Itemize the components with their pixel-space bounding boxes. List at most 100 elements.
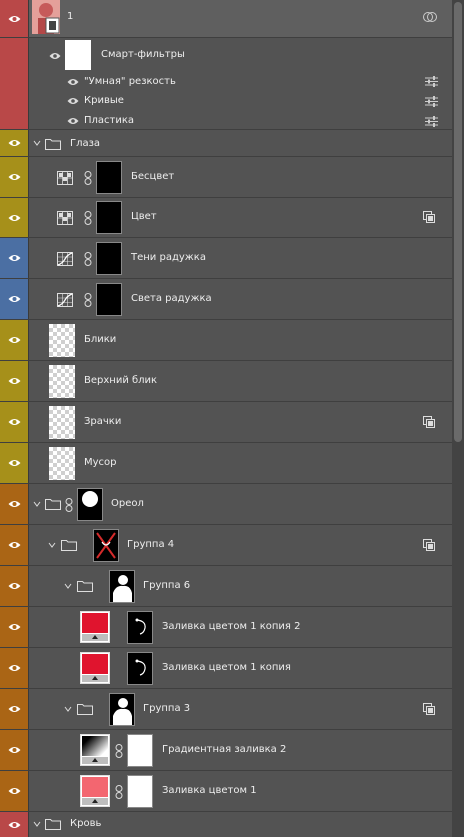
layer-group-4[interactable]: Группа 4	[0, 525, 452, 566]
layer-name[interactable]: Заливка цветом 1	[162, 785, 257, 796]
eye-icon[interactable]	[8, 541, 21, 549]
layer-group-glaza[interactable]: Глаза	[0, 130, 452, 157]
eye-icon[interactable]	[8, 746, 21, 754]
eye-col	[0, 566, 29, 606]
group-mask-thumbnail	[77, 488, 103, 521]
eye-icon[interactable]	[8, 418, 21, 426]
layer-row-gradient-fill-2[interactable]: Градиентная заливка 2	[0, 730, 452, 771]
eye-col	[0, 279, 29, 319]
layer-row-sveta[interactable]: Света радужка	[0, 279, 452, 320]
eye-icon[interactable]	[8, 15, 21, 23]
link-icon[interactable]	[84, 171, 92, 185]
eye-col	[0, 812, 29, 837]
layer-name[interactable]: Блики	[84, 334, 116, 345]
scrollbar-thumb[interactable]	[454, 2, 462, 442]
gradient-swatch	[82, 736, 108, 756]
eye-icon[interactable]	[8, 500, 21, 508]
layer-name[interactable]: Бесцвет	[131, 171, 174, 182]
layer-name[interactable]: Заливка цветом 1 копия	[162, 662, 291, 673]
smart-filter-item[interactable]: Пластика	[84, 115, 134, 126]
chevron-down-icon[interactable]	[64, 582, 72, 590]
smart-filter-item[interactable]: "Умная" резкость	[84, 76, 176, 87]
eye-icon[interactable]	[8, 582, 21, 590]
layer-group-6[interactable]: Группа 6	[0, 566, 452, 607]
smart-filters-label[interactable]: Смарт-фильтры	[101, 49, 185, 60]
layer-row-verhniy-blik[interactable]: Верхний блик	[0, 361, 452, 402]
layer-row-fill-copy-2[interactable]: Заливка цветом 1 копия 2	[0, 607, 452, 648]
layer-name[interactable]: Градиентная заливка 2	[162, 744, 286, 755]
link-icon[interactable]	[84, 211, 92, 225]
layer-name[interactable]: Группа 4	[127, 539, 174, 550]
eye-icon[interactable]	[8, 705, 21, 713]
eye-icon[interactable]	[8, 295, 21, 303]
link-icon[interactable]	[115, 744, 123, 758]
link-icon[interactable]	[115, 785, 123, 799]
eye-icon[interactable]	[8, 139, 21, 147]
layer-row-fill-copy[interactable]: Заливка цветом 1 копия	[0, 648, 452, 689]
layer-row-1[interactable]: 1	[0, 0, 452, 38]
link-icon[interactable]	[84, 252, 92, 266]
layer-name[interactable]: Глаза	[70, 138, 100, 149]
eye-icon[interactable]	[8, 377, 21, 385]
layer-name[interactable]: 1	[67, 11, 73, 22]
eye-icon[interactable]	[8, 459, 21, 467]
eye-icon[interactable]	[67, 117, 79, 125]
link-icon[interactable]	[84, 293, 92, 307]
eye-icon[interactable]	[8, 664, 21, 672]
eye-icon[interactable]	[8, 254, 21, 262]
layer-name[interactable]: Тени радужка	[131, 252, 206, 263]
chevron-down-icon[interactable]	[33, 139, 41, 147]
eye-icon[interactable]	[8, 173, 21, 181]
eye-icon[interactable]	[49, 52, 61, 60]
layer-row-musor[interactable]: Мусор	[0, 443, 452, 484]
layer-group-oreol[interactable]: Ореол	[0, 484, 452, 525]
fill-indicator	[82, 675, 108, 682]
layer-name[interactable]: Группа 6	[143, 580, 190, 591]
layer-row-fill-1[interactable]: Заливка цветом 1	[0, 771, 452, 812]
chevron-down-icon[interactable]	[33, 500, 41, 508]
eye-icon[interactable]	[67, 78, 79, 86]
group-mask-thumbnail	[93, 529, 119, 562]
layer-group-3[interactable]: Группа 3	[0, 689, 452, 730]
curves-adjustment-icon	[57, 293, 73, 307]
layer-name[interactable]: Кровь	[70, 818, 101, 829]
layer-name[interactable]: Мусор	[84, 457, 117, 468]
eye-icon[interactable]	[8, 623, 21, 631]
layer-name[interactable]: Группа 3	[143, 703, 190, 714]
layer-mask-thumbnail	[96, 283, 122, 316]
layer-row-zrachki[interactable]: Зрачки	[0, 402, 452, 443]
layer-group-krov[interactable]: Кровь	[0, 812, 452, 837]
eye-icon[interactable]	[8, 214, 21, 222]
smart-filter-item[interactable]: Кривые	[84, 95, 124, 106]
filter-options-icon[interactable]	[425, 96, 438, 107]
folder-icon	[45, 139, 61, 150]
folder-icon	[77, 581, 93, 592]
filter-options-icon[interactable]	[425, 76, 438, 87]
layer-name[interactable]: Верхний блик	[84, 375, 157, 386]
layer-row-cvet[interactable]: Цвет	[0, 198, 452, 238]
layer-name[interactable]: Зрачки	[84, 416, 121, 427]
chevron-down-icon[interactable]	[33, 820, 41, 828]
fill-color-swatch	[82, 613, 108, 633]
chevron-down-icon[interactable]	[48, 541, 56, 549]
link-icon[interactable]	[65, 498, 73, 512]
layer-thumbnail	[49, 365, 75, 398]
eye-col	[0, 525, 29, 565]
layer-name[interactable]: Цвет	[131, 211, 157, 222]
eye-icon[interactable]	[67, 97, 79, 105]
eye-icon[interactable]	[8, 787, 21, 795]
layer-name[interactable]: Заливка цветом 1 копия 2	[162, 621, 300, 632]
layer-row-bescvet[interactable]: Бесцвет	[0, 157, 452, 198]
chevron-down-icon[interactable]	[64, 705, 72, 713]
smart-filter-badge-icon	[423, 12, 437, 22]
filter-options-icon[interactable]	[425, 116, 438, 127]
eye-icon[interactable]	[8, 821, 21, 829]
eye-col	[0, 157, 29, 197]
eye-col	[0, 648, 29, 688]
layer-name[interactable]: Ореол	[111, 498, 144, 509]
eye-icon[interactable]	[8, 336, 21, 344]
fill-indicator	[82, 798, 108, 805]
layer-row-teni[interactable]: Тени радужка	[0, 238, 452, 279]
layer-name[interactable]: Света радужка	[131, 293, 212, 304]
layer-row-bliki[interactable]: Блики	[0, 320, 452, 361]
